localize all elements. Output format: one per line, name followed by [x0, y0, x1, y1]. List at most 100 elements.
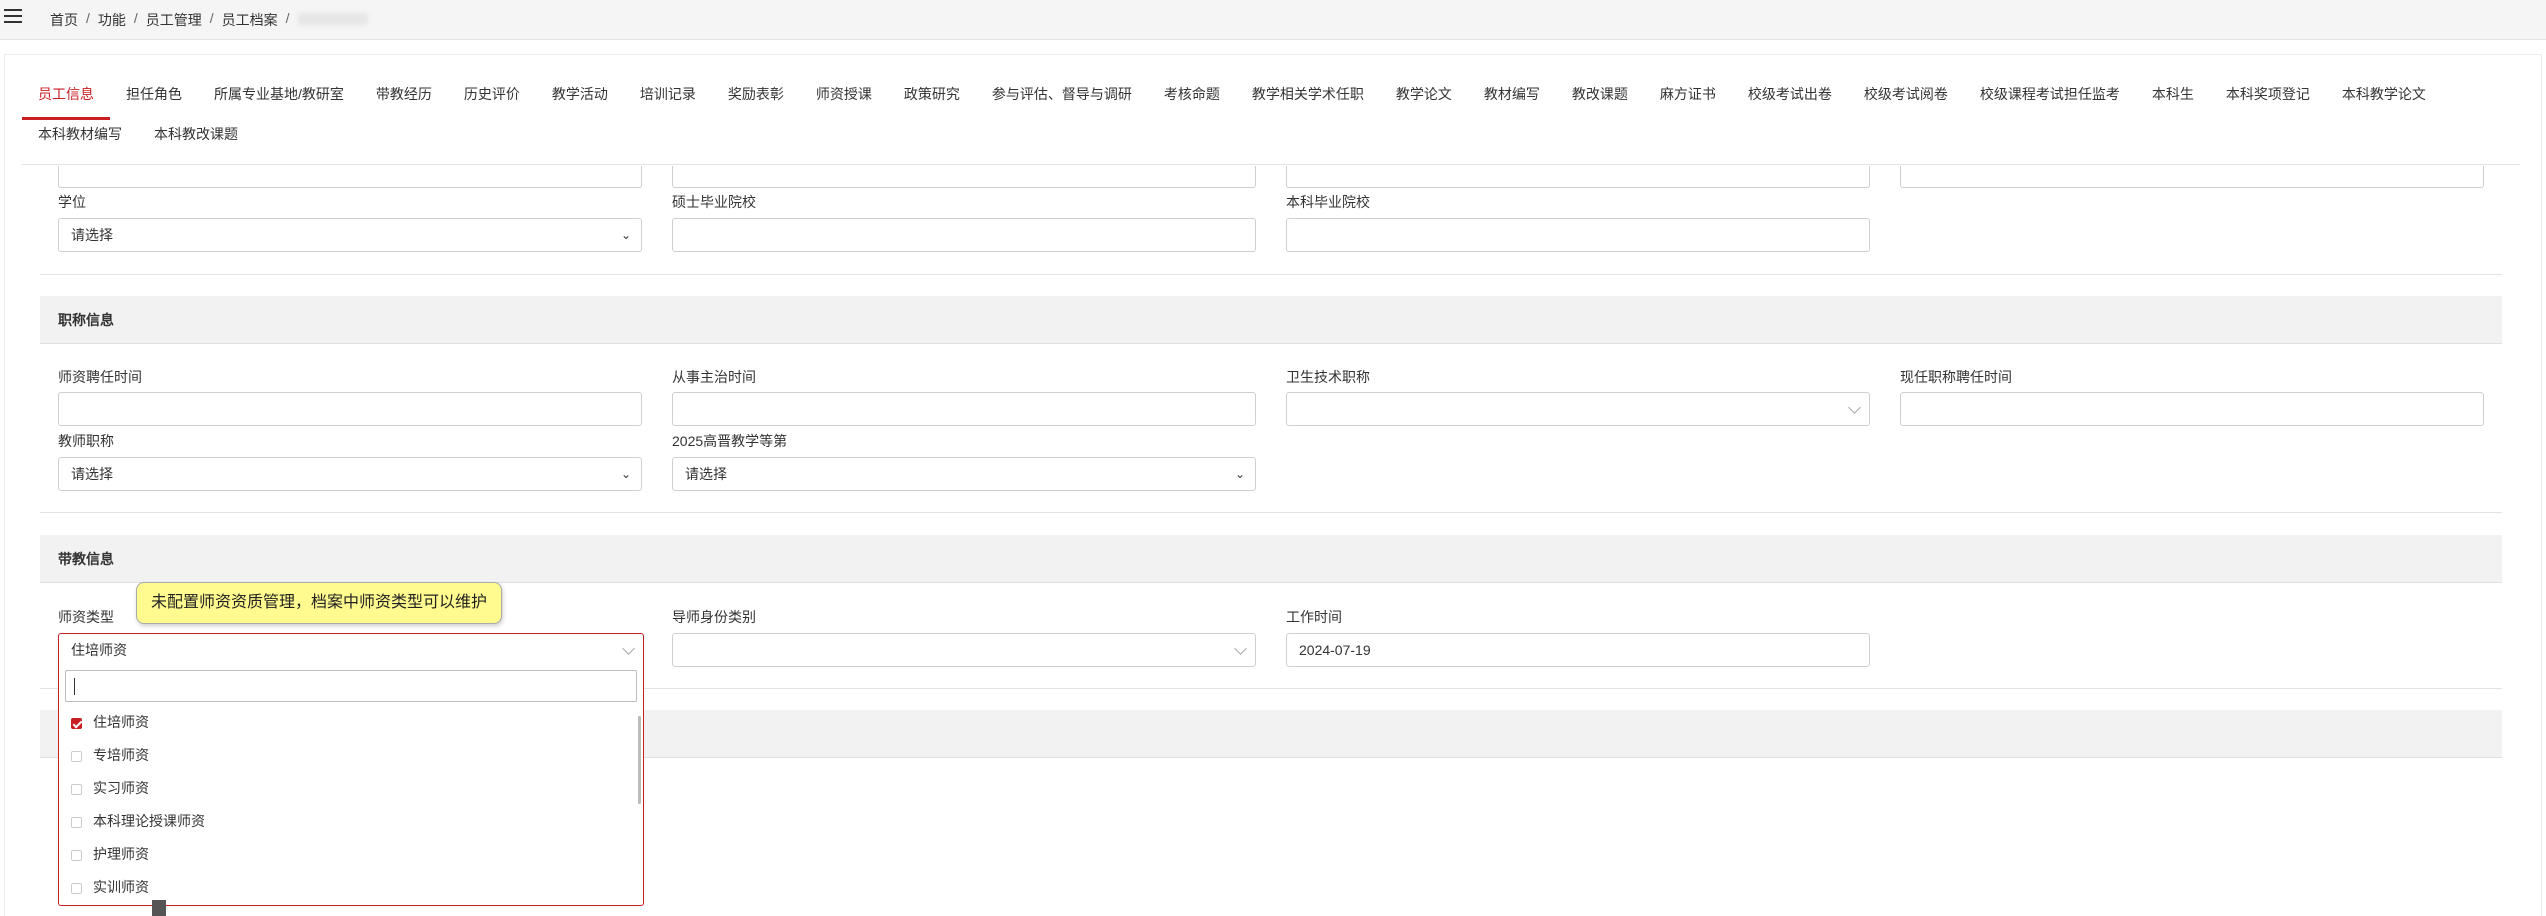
dropdown-search-input[interactable]	[65, 670, 637, 702]
breadcrumb-home[interactable]: 首页	[50, 10, 78, 30]
dropdown-option[interactable]: 住培师资	[59, 706, 639, 739]
chevron-down-icon: ⌄	[620, 228, 631, 242]
tab-row1-20[interactable]: 本科生	[2136, 80, 2210, 120]
chevron-down-icon	[1234, 642, 1247, 655]
breadcrumb-separator: /	[86, 10, 90, 26]
tab-row1-14[interactable]: 教材编写	[1468, 80, 1556, 120]
tab-row1-1[interactable]: 担任角色	[110, 80, 198, 120]
tab-row1-0[interactable]: 员工信息	[22, 80, 110, 120]
tab-row1-10[interactable]: 参与评估、督导与调研	[976, 80, 1148, 120]
tab-row1-13[interactable]: 教学论文	[1380, 80, 1468, 120]
tab-row1-7[interactable]: 奖励表彰	[712, 80, 800, 120]
tab-row1-3[interactable]: 带教经历	[360, 80, 448, 120]
dropdown-option-label: 住培师资	[93, 714, 149, 730]
bachelor-school-label: 本科毕业院校	[1286, 194, 1370, 210]
master-school-label: 硕士毕业院校	[672, 194, 756, 210]
tab-row2-1[interactable]: 本科教改课题	[138, 120, 254, 160]
tab-row1-16[interactable]: 麻方证书	[1644, 80, 1732, 120]
tab-row2-0[interactable]: 本科教材编写	[22, 120, 138, 160]
checkbox-checked-icon[interactable]	[71, 718, 82, 729]
dropdown-scrollbar[interactable]	[638, 716, 641, 804]
tab-row1-11[interactable]: 考核命题	[1148, 80, 1236, 120]
breadcrumb-functions[interactable]: 功能	[98, 10, 126, 30]
dropdown-option[interactable]: 实训师资	[59, 871, 639, 902]
tab-row1-17[interactable]: 校级考试出卷	[1732, 80, 1848, 120]
tab-row1-6[interactable]: 培训记录	[624, 80, 712, 120]
dropdown-option-label: 实习师资	[93, 780, 149, 796]
tab-row1-19[interactable]: 校级课程考试担任监考	[1964, 80, 2136, 120]
previous-field-input[interactable]	[1286, 166, 1870, 188]
tab-row1-9[interactable]: 政策研究	[888, 80, 976, 120]
breadcrumb-employee-archive[interactable]: 员工档案	[222, 10, 278, 30]
breadcrumb-separator: /	[209, 10, 214, 26]
tabs-divider	[22, 164, 2520, 165]
breadcrumb-redacted-name	[297, 13, 368, 25]
tab-row1-8[interactable]: 师资授课	[800, 80, 888, 120]
dropdown-option-label: 实训师资	[93, 879, 149, 895]
teaching-grade-label: 2025高晋教学等第	[672, 433, 788, 449]
work-time-label: 工作时间	[1286, 609, 1342, 625]
checkbox-icon[interactable]	[71, 850, 82, 861]
master-school-input[interactable]	[672, 218, 1256, 252]
bachelor-school-input[interactable]	[1286, 218, 1870, 252]
checkbox-icon[interactable]	[71, 883, 82, 894]
teacher-title-value: 请选择	[71, 466, 113, 482]
tab-row1-18[interactable]: 校级考试阅卷	[1848, 80, 1964, 120]
text-cursor	[74, 678, 75, 695]
teacher-type-select[interactable]: 住培师资	[58, 633, 644, 667]
teacher-title-select[interactable]: 请选择 ⌄	[58, 457, 642, 491]
chevron-down-icon	[1848, 401, 1861, 414]
tab-row1-21[interactable]: 本科奖项登记	[2210, 80, 2326, 120]
tab-row1-4[interactable]: 历史评价	[448, 80, 536, 120]
health-title-select[interactable]	[1286, 392, 1870, 426]
checkbox-icon[interactable]	[71, 751, 82, 762]
breadcrumb-employee-management[interactable]: 员工管理	[146, 10, 202, 30]
dropdown-option[interactable]: 护理师资	[59, 838, 639, 871]
degree-select-value: 请选择	[71, 227, 113, 243]
previous-field-input[interactable]	[672, 166, 1256, 188]
mentor-type-label: 导师身份类别	[672, 609, 756, 625]
current-title-hire-input[interactable]	[1900, 392, 2484, 426]
checkbox-icon[interactable]	[71, 817, 82, 828]
tab-row1-12[interactable]: 教学相关学术任职	[1236, 80, 1380, 120]
section-title: 带教信息	[58, 551, 114, 567]
tab-row-secondary: 本科教材编写 本科教改课题	[22, 120, 2522, 160]
checkbox-icon[interactable]	[71, 784, 82, 795]
scroll-handle[interactable]	[152, 900, 166, 916]
previous-field-input[interactable]	[1900, 166, 2484, 188]
chevron-down-icon: ⌄	[1234, 467, 1245, 481]
dropdown-option-label: 本科理论授课师资	[93, 813, 205, 829]
teaching-grade-select[interactable]: 请选择 ⌄	[672, 457, 1256, 491]
dropdown-option[interactable]: 实习师资	[59, 772, 639, 805]
health-title-label: 卫生技术职称	[1286, 369, 1370, 385]
hint-tooltip: 未配置师资资质管理，档案中师资类型可以维护	[136, 582, 502, 624]
current-title-hire-label: 现任职称聘任时间	[1900, 369, 2012, 385]
work-time-input[interactable]: 2024-07-19	[1286, 633, 1870, 667]
dropdown-option-label: 护理师资	[93, 846, 149, 862]
tab-row1-22[interactable]: 本科教学论文	[2326, 80, 2442, 120]
teaching-grade-value: 请选择	[685, 466, 727, 482]
dropdown-option[interactable]: 本科理论授课师资	[59, 805, 639, 838]
tab-row1-2[interactable]: 所属专业基地/教研室	[198, 80, 360, 120]
section-divider	[40, 274, 2502, 275]
teacher-title-label: 教师职称	[58, 433, 114, 449]
dropdown-option[interactable]: 专培师资	[59, 739, 639, 772]
dropdown-option-label: 专培师资	[93, 747, 149, 763]
dropdown-options-list: 住培师资专培师资实习师资本科理论授课师资 护理师资实训师资	[59, 706, 639, 902]
section-title: 职称信息	[58, 312, 114, 328]
degree-select[interactable]: 请选择 ⌄	[58, 218, 642, 252]
attending-time-input[interactable]	[672, 392, 1256, 426]
breadcrumb-separator: /	[133, 10, 138, 26]
teacher-type-dropdown: 住培师资专培师资实习师资本科理论授课师资 护理师资实训师资	[58, 666, 644, 906]
tab-bar: 员工信息 担任角色 所属专业基地/教研室 带教经历 历史评价 教学活动 培训记录 奖励表彰 师资…	[22, 80, 2522, 160]
degree-label: 学位	[58, 194, 86, 210]
tab-row1-15[interactable]: 教改课题	[1556, 80, 1644, 120]
section-divider	[40, 512, 2502, 513]
breadcrumb: 首页 / 功能 / 员工管理 / 员工档案 /	[50, 10, 368, 30]
teacher-hire-time-input[interactable]	[58, 392, 642, 426]
breadcrumb-separator: /	[285, 10, 290, 26]
hamburger-menu-icon[interactable]	[4, 9, 22, 25]
mentor-type-select[interactable]	[672, 633, 1256, 667]
tab-row1-5[interactable]: 教学活动	[536, 80, 624, 120]
previous-field-input[interactable]	[58, 166, 642, 188]
